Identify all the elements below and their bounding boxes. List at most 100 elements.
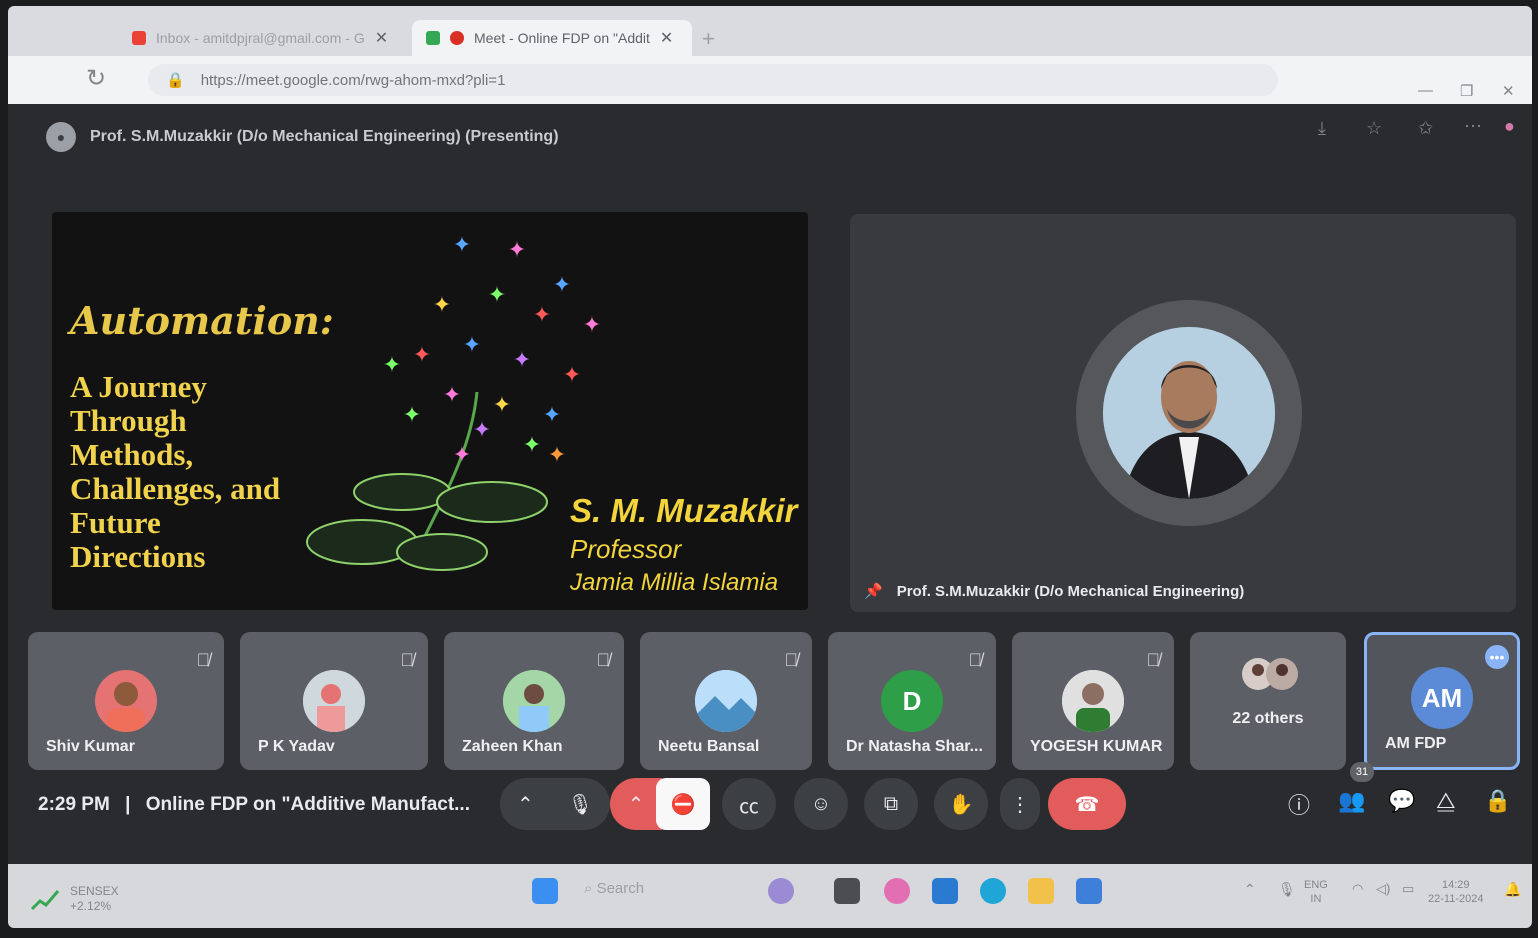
search-placeholder: Search [596, 880, 645, 897]
raise-hand-button[interactable]: ✋ [934, 778, 988, 830]
svg-text:✦: ✦ [403, 402, 421, 427]
copilot-taskbar-icon[interactable] [884, 878, 910, 904]
more-options-button[interactable]: ⋮ [1000, 778, 1040, 830]
camera-toggle-button[interactable]: ⛔ [656, 778, 710, 830]
favorite-star-icon[interactable]: ☆ [1366, 118, 1382, 139]
svg-text:✦: ✦ [443, 382, 461, 407]
slide-author-role: Professor [570, 534, 682, 564]
stock-name: SENSEX [70, 884, 119, 898]
microphone-icon[interactable]: 🎙 [568, 792, 593, 817]
edge-browser-icon[interactable] [980, 878, 1006, 904]
url-text: https://meet.google.com/rwg-ahom-mxd?pli… [200, 71, 506, 89]
participant-name: Dr Natasha Shar... [846, 738, 983, 755]
chevron-up-icon[interactable]: ⌃ [517, 792, 534, 817]
stock-widget[interactable]: SENSEX +2.12% [30, 884, 119, 914]
stock-change: +2.12% [70, 899, 112, 913]
activities-icon[interactable]: ⧋ [1436, 788, 1456, 814]
meeting-controls: 2:29 PM | Online FDP on "Additive Manufa… [8, 762, 1532, 834]
pin-icon[interactable]: 📌 [864, 582, 883, 600]
favorites-icon[interactable]: ✩ [1418, 118, 1433, 139]
recording-icon [450, 31, 464, 45]
slide-subtitle: A Journey Through Methods, Challenges, a… [70, 370, 320, 574]
close-window-icon[interactable]: ✕ [1502, 82, 1515, 100]
notification-bell-icon[interactable]: 🔔 [1504, 882, 1521, 896]
slide-subtitle-line: Through [70, 403, 187, 438]
download-icon[interactable]: ⤓ [1318, 118, 1326, 139]
meeting-title: Online FDP on "Additive Manufact... [145, 794, 470, 815]
host-controls-icon[interactable]: 🔒 [1484, 788, 1511, 814]
others-tile[interactable]: 22 others [1190, 632, 1346, 770]
copilot-icon[interactable]: ● [1504, 116, 1515, 137]
participant-avatar [95, 670, 157, 732]
svg-text:✦: ✦ [523, 432, 541, 457]
svg-text:✦: ✦ [513, 347, 531, 372]
people-count-badge: 31 [1350, 762, 1374, 782]
more-menu-icon[interactable]: ⋯ [1464, 116, 1482, 137]
chat-icon[interactable]: 💬 [1388, 788, 1415, 814]
site-info-icon[interactable]: 🔒 [166, 71, 185, 89]
taskbar-search[interactable]: ⌕ Search [584, 880, 644, 897]
browser-tabstrip: Inbox - amitdpjral@gmail.com - G ✕ Meet … [8, 6, 1532, 56]
close-icon[interactable]: ✕ [375, 28, 388, 48]
widgets-icon[interactable] [768, 878, 794, 904]
close-icon[interactable]: ✕ [660, 28, 673, 48]
clock-date: 22-11-2024 [1428, 893, 1484, 905]
participant-tile[interactable]: 🎙̸ P K Yadav [240, 632, 428, 770]
self-tile[interactable]: ••• AM AM FDP [1364, 632, 1520, 770]
tab-meet[interactable]: Meet - Online FDP on "Addit ✕ [412, 20, 692, 56]
svg-text:✦: ✦ [433, 292, 451, 317]
flower-illustration: ✦ ✦ ✦ ✦ ✦ ✦ ✦ ✦ ✦ ✦ ✦ ✦ ✦ ✦ ✦ ✦ ✦ ✦ ✦ ✦ [306, 232, 601, 571]
svg-text:✦: ✦ [533, 302, 551, 327]
reload-icon[interactable]: ↻ [86, 64, 106, 93]
mic-off-icon: 🎙̸ [968, 650, 983, 670]
slide-subtitle-line: Future [70, 505, 161, 540]
microphone-control[interactable]: ⌃ 🎙 [500, 778, 610, 830]
camera-options-button[interactable]: ⌃ [610, 778, 662, 830]
participant-tile[interactable]: 🎙̸ Shiv Kumar [28, 632, 224, 770]
more-options-icon[interactable]: ••• [1485, 645, 1509, 669]
svg-text:✦: ✦ [543, 402, 561, 427]
mic-off-icon: 🎙̸ [1146, 650, 1161, 670]
leave-call-button[interactable]: ☎ [1048, 778, 1126, 830]
volume-icon[interactable]: ◁) [1376, 882, 1390, 896]
presenter-banner: ● Prof. S.M.Muzakkir (D/o Mechanical Eng… [46, 122, 559, 152]
language-indicator[interactable]: ENG IN [1304, 878, 1328, 906]
tray-mic-icon[interactable]: 🎙 [1278, 882, 1296, 896]
meeting-info-icon[interactable]: ⓘ [1288, 788, 1310, 820]
tab-inbox[interactable]: Inbox - amitdpjral@gmail.com - G ✕ [118, 20, 402, 56]
camera-off-icon: ⛔ [670, 793, 696, 816]
chevron-up-icon[interactable]: ⌃ [628, 792, 645, 817]
participant-tile[interactable]: 🎙̸ Neetu Bansal [640, 632, 812, 770]
store-icon[interactable] [1076, 878, 1102, 904]
participant-avatar [503, 670, 565, 732]
speaker-avatar [1103, 327, 1275, 499]
pinned-speaker-tile[interactable]: 📌 Prof. S.M.Muzakkir (D/o Mechanical Eng… [850, 214, 1516, 612]
reactions-button[interactable]: ☺ [794, 778, 848, 830]
participant-name: Shiv Kumar [46, 738, 135, 755]
restore-icon[interactable]: ❐ [1460, 82, 1473, 100]
system-clock[interactable]: 14:29 22-11-2024 [1428, 878, 1483, 906]
windows-start-icon[interactable] [532, 878, 558, 904]
task-view-icon[interactable] [834, 878, 860, 904]
url-field[interactable]: 🔒 https://meet.google.com/rwg-ahom-mxd?p… [148, 64, 1278, 96]
meeting-info: 2:29 PM | Online FDP on "Additive Manufa… [38, 794, 470, 816]
mic-off-icon: 🎙̸ [784, 650, 799, 670]
address-bar-row: ↻ 🔒 https://meet.google.com/rwg-ahom-mxd… [8, 56, 1532, 104]
captions-button[interactable]: ㏄ [722, 778, 776, 830]
present-button[interactable]: ⧉ [864, 778, 918, 830]
participant-tile[interactable]: 🎙̸ Zaheen Khan [444, 632, 624, 770]
presenter-banner-text: Prof. S.M.Muzakkir (D/o Mechanical Engin… [90, 128, 559, 145]
region-code: IN [1310, 893, 1322, 905]
file-explorer-icon[interactable] [1028, 878, 1054, 904]
participant-name: Neetu Bansal [658, 738, 760, 755]
participant-tile[interactable]: 🎙̸ D Dr Natasha Shar... [828, 632, 996, 770]
wifi-icon[interactable]: ◠ [1352, 882, 1363, 896]
minimize-icon[interactable]: — [1418, 82, 1433, 99]
participant-tile[interactable]: 🎙̸ YOGESH KUMAR [1012, 632, 1174, 770]
new-tab-button[interactable]: + [702, 26, 715, 52]
mail-icon[interactable] [932, 878, 958, 904]
battery-icon[interactable]: ▭ [1402, 882, 1414, 896]
tray-chevron-icon[interactable]: ⌃ [1244, 882, 1256, 896]
people-icon[interactable]: 👥 [1338, 788, 1365, 814]
slide-subtitle-line: A Journey [70, 369, 207, 404]
